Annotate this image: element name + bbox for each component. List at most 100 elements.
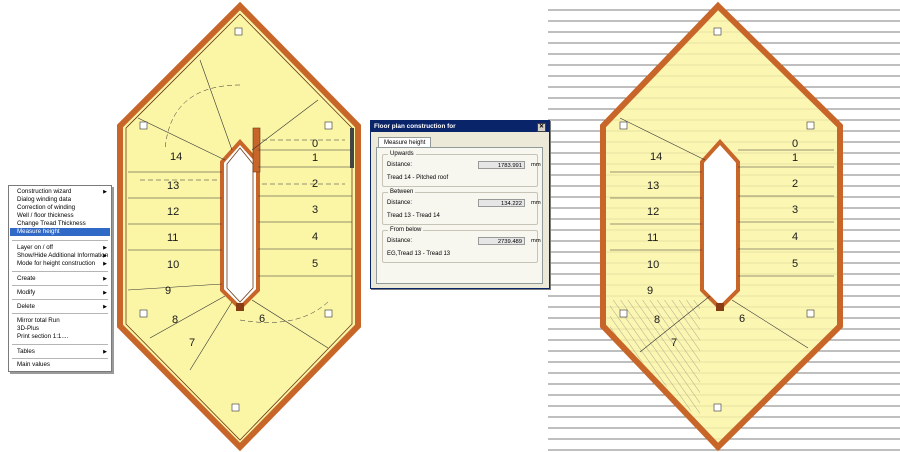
svg-text:1: 1 bbox=[312, 152, 318, 164]
menu-separator bbox=[12, 271, 108, 272]
unit-label: mm bbox=[531, 162, 541, 168]
menu-item-measure-height[interactable]: Measure height bbox=[10, 228, 110, 236]
svg-text:13: 13 bbox=[647, 180, 659, 192]
upwards-distance-field[interactable]: 1783.991 bbox=[478, 161, 525, 169]
svg-text:6: 6 bbox=[259, 313, 265, 325]
menu-item-mirror-total-run[interactable]: Mirror total Run bbox=[10, 317, 110, 325]
menu-item-modify[interactable]: Modify ▶ bbox=[10, 289, 110, 297]
menu-item-label: Print section 1:1.... bbox=[17, 333, 69, 340]
menu-item-delete[interactable]: Delete ▶ bbox=[10, 303, 110, 311]
chevron-right-icon: ▶ bbox=[103, 290, 107, 296]
menu-item-label: Correction of winding bbox=[17, 204, 76, 211]
svg-text:5: 5 bbox=[312, 258, 318, 270]
menu-item-construction-wizard[interactable]: Construction wizard ▶ bbox=[10, 188, 110, 196]
menu-item-well-floor-thickness[interactable]: Well / floor thickness bbox=[10, 212, 110, 220]
svg-text:7: 7 bbox=[671, 337, 677, 349]
right-stair-plan[interactable]: 0 1 2 3 4 5 6 7 8 9 10 11 12 13 14 bbox=[548, 0, 900, 452]
svg-text:11: 11 bbox=[647, 232, 658, 244]
wall-stub bbox=[350, 128, 354, 168]
menu-item-create[interactable]: Create ▶ bbox=[10, 275, 110, 283]
close-icon[interactable]: ✕ bbox=[537, 123, 546, 132]
upwards-info: Tread 14 - Pitched roof bbox=[387, 175, 449, 181]
menu-item-label: Tables bbox=[17, 348, 35, 355]
menu-item-layer-on-off[interactable]: Layer on / off ▶ bbox=[10, 244, 110, 252]
svg-text:12: 12 bbox=[167, 206, 179, 218]
svg-text:11: 11 bbox=[167, 232, 178, 244]
svg-text:0: 0 bbox=[792, 138, 798, 150]
svg-text:2: 2 bbox=[792, 178, 798, 190]
tab-panel: Upwards Distance: 1783.991 mm Tread 14 -… bbox=[376, 147, 543, 284]
menu-item-tables[interactable]: Tables ▶ bbox=[10, 348, 110, 356]
menu-item-mode-height-construction[interactable]: Mode for height construction ▶ bbox=[10, 260, 110, 268]
left-stair-plan[interactable]: 0 1 2 3 4 5 6 7 8 9 10 11 12 13 14 bbox=[117, 1, 361, 452]
svg-text:10: 10 bbox=[167, 259, 179, 271]
floor-plan-dialog: Floor plan construction for ✕ Measure he… bbox=[370, 120, 550, 289]
menu-item-show-hide-info[interactable]: Show/Hide Additional Information ▶ bbox=[10, 252, 110, 260]
menu-item-dialog-winding-data[interactable]: Dialog winding data bbox=[10, 196, 110, 204]
context-menu[interactable]: Construction wizard ▶ Dialog winding data… bbox=[8, 185, 112, 372]
group-title: Upwards bbox=[388, 151, 416, 157]
menu-item-label: Construction wizard bbox=[17, 188, 72, 195]
menu-item-label: Measure height bbox=[17, 228, 60, 235]
menu-separator bbox=[12, 313, 108, 314]
distance-label: Distance: bbox=[387, 162, 413, 168]
group-title: Between bbox=[388, 189, 416, 195]
menu-item-main-values[interactable]: Main values bbox=[10, 361, 110, 369]
from-below-distance-field[interactable]: 2739.489 bbox=[478, 237, 525, 245]
menu-separator bbox=[12, 344, 108, 345]
svg-text:4: 4 bbox=[792, 231, 798, 243]
menu-item-label: Mode for height construction bbox=[17, 260, 96, 267]
menu-item-label: Modify bbox=[17, 289, 36, 296]
menu-item-label: Delete bbox=[17, 303, 35, 310]
svg-text:9: 9 bbox=[165, 285, 171, 297]
menu-item-label: Show/Hide Additional Information bbox=[17, 252, 109, 259]
group-upwards: Upwards Distance: 1783.991 mm Tread 14 -… bbox=[382, 151, 541, 187]
chevron-right-icon: ▶ bbox=[103, 304, 107, 310]
svg-text:14: 14 bbox=[170, 151, 182, 163]
menu-item-label: Dialog winding data bbox=[17, 196, 72, 203]
menu-item-print-section[interactable]: Print section 1:1.... bbox=[10, 333, 110, 341]
svg-text:9: 9 bbox=[647, 285, 653, 297]
menu-separator bbox=[12, 240, 108, 241]
dialog-title: Floor plan construction for bbox=[374, 123, 456, 130]
menu-item-label: Mirror total Run bbox=[17, 317, 60, 324]
chevron-right-icon: ▶ bbox=[103, 189, 107, 195]
chevron-right-icon: ▶ bbox=[103, 261, 107, 267]
svg-text:3: 3 bbox=[792, 204, 798, 216]
between-info: Tread 13 - Tread 14 bbox=[387, 213, 440, 219]
svg-text:8: 8 bbox=[172, 314, 178, 326]
menu-item-label: Main values bbox=[17, 361, 51, 368]
svg-text:5: 5 bbox=[792, 258, 798, 270]
group-from-below: From below Distance: 2739.489 mm EG,Trea… bbox=[382, 227, 541, 263]
newel-post bbox=[716, 303, 724, 311]
group-between: Between Distance: 134.222 mm Tread 13 - … bbox=[382, 189, 541, 225]
dialog-title-bar[interactable]: Floor plan construction for ✕ bbox=[371, 121, 549, 132]
menu-item-label: Change Tread Thickness bbox=[17, 220, 86, 227]
svg-text:10: 10 bbox=[647, 259, 659, 271]
menu-item-correction-of-winding[interactable]: Correction of winding bbox=[10, 204, 110, 212]
svg-text:4: 4 bbox=[312, 231, 318, 243]
distance-label: Distance: bbox=[387, 238, 413, 244]
between-distance-field[interactable]: 134.222 bbox=[478, 199, 525, 207]
menu-item-change-tread-thickness[interactable]: Change Tread Thickness bbox=[10, 220, 110, 228]
unit-label: mm bbox=[531, 238, 541, 244]
chevron-right-icon: ▶ bbox=[103, 245, 107, 251]
menu-item-label: Layer on / off bbox=[17, 244, 54, 251]
svg-text:13: 13 bbox=[167, 180, 179, 192]
svg-text:1: 1 bbox=[792, 152, 798, 164]
svg-text:7: 7 bbox=[189, 337, 195, 349]
unit-label: mm bbox=[531, 200, 541, 206]
svg-text:8: 8 bbox=[654, 314, 660, 326]
group-title: From below bbox=[388, 227, 424, 233]
newel-post bbox=[236, 303, 244, 311]
chevron-right-icon: ▶ bbox=[103, 276, 107, 282]
stair-well bbox=[700, 139, 740, 311]
menu-item-label: Well / floor thickness bbox=[17, 212, 74, 219]
menu-item-3d-plus[interactable]: 3D-Plus bbox=[10, 325, 110, 333]
from-below-info: EG,Tread 13 - Tread 13 bbox=[387, 251, 451, 257]
chevron-right-icon: ▶ bbox=[103, 253, 107, 259]
svg-text:6: 6 bbox=[739, 313, 745, 325]
menu-item-label: 3D-Plus bbox=[17, 325, 40, 332]
svg-text:3: 3 bbox=[312, 204, 318, 216]
chevron-right-icon: ▶ bbox=[103, 349, 107, 355]
